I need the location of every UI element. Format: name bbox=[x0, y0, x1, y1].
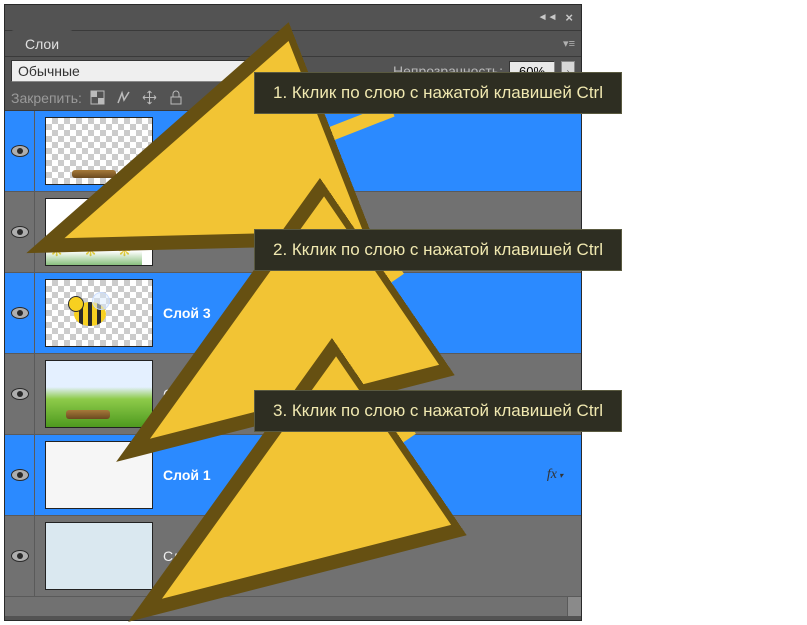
tab-layers[interactable]: Слои bbox=[11, 30, 73, 56]
layer-name-label[interactable]: Слой 4 bbox=[163, 224, 209, 240]
callout-1: 1. Кклик по слою с нажатой клавишей Ctrl bbox=[254, 72, 622, 114]
callout-2: 2. Кклик по слою с нажатой клавишей Ctrl bbox=[254, 229, 622, 271]
layer-row[interactable]: Слой 1 fx▾ bbox=[5, 435, 581, 516]
visibility-toggle[interactable] bbox=[5, 516, 35, 596]
layer-thumbnail[interactable] bbox=[45, 198, 153, 266]
layer-thumbnail[interactable] bbox=[45, 360, 153, 428]
eye-icon bbox=[11, 469, 29, 481]
lock-label: Закрепить: bbox=[11, 90, 82, 106]
visibility-toggle[interactable] bbox=[5, 435, 35, 515]
panel-titlebar: ◄◄ × bbox=[5, 5, 581, 31]
panel-menu-icon[interactable]: ▾≡ bbox=[563, 37, 575, 50]
visibility-toggle[interactable] bbox=[5, 192, 35, 272]
eye-icon bbox=[11, 550, 29, 562]
close-icon[interactable]: × bbox=[561, 10, 577, 25]
layer-name-label[interactable]: Слой 1 bbox=[163, 467, 211, 483]
layer-name-label[interactable]: Слой 2 bbox=[163, 386, 209, 402]
layer-row[interactable]: Слой 3 bbox=[5, 273, 581, 354]
layer-row[interactable]: Слой 6 bbox=[5, 516, 581, 597]
layer-thumbnail[interactable] bbox=[45, 279, 153, 347]
blend-mode-select[interactable]: Обычные ▼ bbox=[11, 60, 251, 82]
dropdown-icon: ▼ bbox=[235, 66, 244, 76]
layer-thumbnail[interactable] bbox=[45, 117, 153, 185]
layers-list: Слой 5 Слой 4 Слой 3 Слой 2 Слой 1 fx▾ bbox=[5, 111, 581, 616]
callout-3: 3. Кклик по слою с нажатой клавишей Ctrl bbox=[254, 390, 622, 432]
eye-icon bbox=[11, 145, 29, 157]
layer-name-label[interactable]: Слой 6 bbox=[163, 548, 209, 564]
tab-bar: Слои ▾≡ bbox=[5, 31, 581, 57]
layer-name-label[interactable]: Слой 5 bbox=[163, 143, 211, 159]
visibility-toggle[interactable] bbox=[5, 273, 35, 353]
lock-transparency-icon[interactable] bbox=[90, 90, 106, 106]
visibility-toggle[interactable] bbox=[5, 354, 35, 434]
lock-position-icon[interactable] bbox=[142, 90, 158, 106]
layer-row[interactable]: Слой 5 bbox=[5, 111, 581, 192]
lock-all-icon[interactable] bbox=[168, 90, 184, 106]
layer-thumbnail[interactable] bbox=[45, 441, 153, 509]
lock-icons-group bbox=[90, 90, 184, 106]
collapse-icon[interactable]: ◄◄ bbox=[538, 12, 558, 23]
eye-icon bbox=[11, 226, 29, 238]
visibility-toggle[interactable] bbox=[5, 111, 35, 191]
layer-thumbnail[interactable] bbox=[45, 522, 153, 590]
lock-pixels-icon[interactable] bbox=[116, 90, 132, 106]
blend-mode-value: Обычные bbox=[18, 63, 80, 79]
fx-badge[interactable]: fx▾ bbox=[547, 467, 563, 483]
layer-name-label[interactable]: Слой 3 bbox=[163, 305, 211, 321]
eye-icon bbox=[11, 388, 29, 400]
eye-icon bbox=[11, 307, 29, 319]
